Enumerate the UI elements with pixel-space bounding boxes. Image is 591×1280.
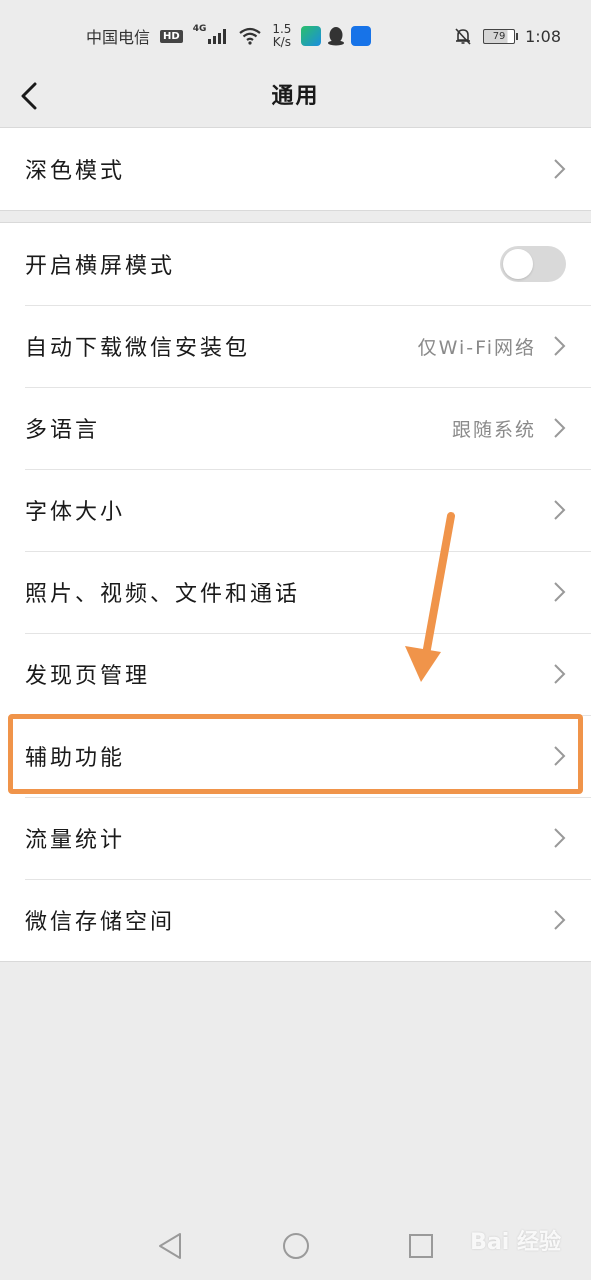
chevron-right-icon [554, 500, 566, 520]
setting-label: 深色模式 [25, 159, 126, 184]
chevron-right-icon [554, 582, 566, 602]
qq-icon [328, 27, 345, 46]
setting-value: 仅Wi-Fi网络 [417, 336, 536, 359]
recents-square-icon[interactable] [405, 1230, 437, 1262]
setting-accessibility[interactable]: 辅助功能 [0, 715, 591, 797]
setting-media-files-calls[interactable]: 照片、视频、文件和通话 [0, 551, 591, 633]
chevron-right-icon [554, 664, 566, 684]
setting-value: 跟随系统 [451, 418, 536, 441]
setting-label: 照片、视频、文件和通话 [25, 582, 301, 607]
settings-group-general: 开启横屏模式 自动下载微信安装包 仅Wi-Fi网络 多语言 跟随系统 字体大小 … [0, 222, 591, 962]
carrier-name: 中国电信 [86, 28, 151, 47]
hd-badge: HD [160, 29, 183, 43]
baidu-watermark: Bai 经验 [470, 1230, 561, 1255]
chevron-right-icon [554, 336, 566, 356]
setting-language[interactable]: 多语言 跟随系统 [0, 387, 591, 469]
landscape-toggle[interactable] [500, 246, 566, 282]
setting-auto-download[interactable]: 自动下载微信安装包 仅Wi-Fi网络 [0, 305, 591, 387]
status-left: 中国电信 HD 4G 1.5 K/s [86, 22, 372, 50]
network-type: 4G [192, 24, 207, 34]
chevron-right-icon [554, 418, 566, 438]
chevron-right-icon [554, 910, 566, 930]
back-triangle-icon[interactable] [155, 1230, 187, 1262]
clock: 1:08 [525, 26, 561, 46]
toggle-knob [503, 249, 533, 279]
wifi-icon [239, 27, 262, 45]
setting-storage[interactable]: 微信存储空间 [0, 879, 591, 961]
speed-unit: K/s [272, 35, 291, 49]
battery-level: 79 [492, 30, 506, 42]
zhihu-icon [351, 26, 372, 46]
setting-label: 流量统计 [25, 828, 126, 853]
setting-label: 微信存储空间 [25, 910, 176, 935]
setting-label: 自动下载微信安装包 [25, 336, 251, 361]
status-right: 79 1:08 [453, 22, 561, 50]
bell-muted-icon [455, 28, 471, 45]
setting-label: 发现页管理 [25, 664, 151, 689]
title-bar: 通用 [0, 70, 591, 126]
setting-label: 多语言 [25, 418, 101, 443]
chevron-right-icon [554, 746, 566, 766]
status-bar: 中国电信 HD 4G 1.5 K/s 79 1:08 [0, 0, 591, 70]
home-circle-icon[interactable] [280, 1230, 312, 1262]
page-title: 通用 [271, 84, 320, 109]
setting-data-usage[interactable]: 流量统计 [0, 797, 591, 879]
setting-landscape-mode[interactable]: 开启横屏模式 [0, 223, 591, 305]
annotation-arrow-icon [405, 512, 455, 682]
setting-label: 字体大小 [25, 500, 126, 525]
chevron-right-icon [554, 828, 566, 848]
setting-discover-page[interactable]: 发现页管理 [0, 633, 591, 715]
network-speed: 1.5 K/s [272, 23, 291, 49]
setting-dark-mode[interactable]: 深色模式 [0, 128, 591, 210]
battery-icon: 79 [483, 28, 519, 44]
setting-font-size[interactable]: 字体大小 [0, 469, 591, 551]
setting-label: 辅助功能 [25, 746, 126, 771]
setting-label: 开启横屏模式 [25, 254, 176, 279]
chevron-right-icon [554, 159, 566, 179]
signal-icon [208, 28, 227, 44]
video-app-icon [301, 26, 322, 46]
settings-group-display: 深色模式 [0, 127, 591, 211]
